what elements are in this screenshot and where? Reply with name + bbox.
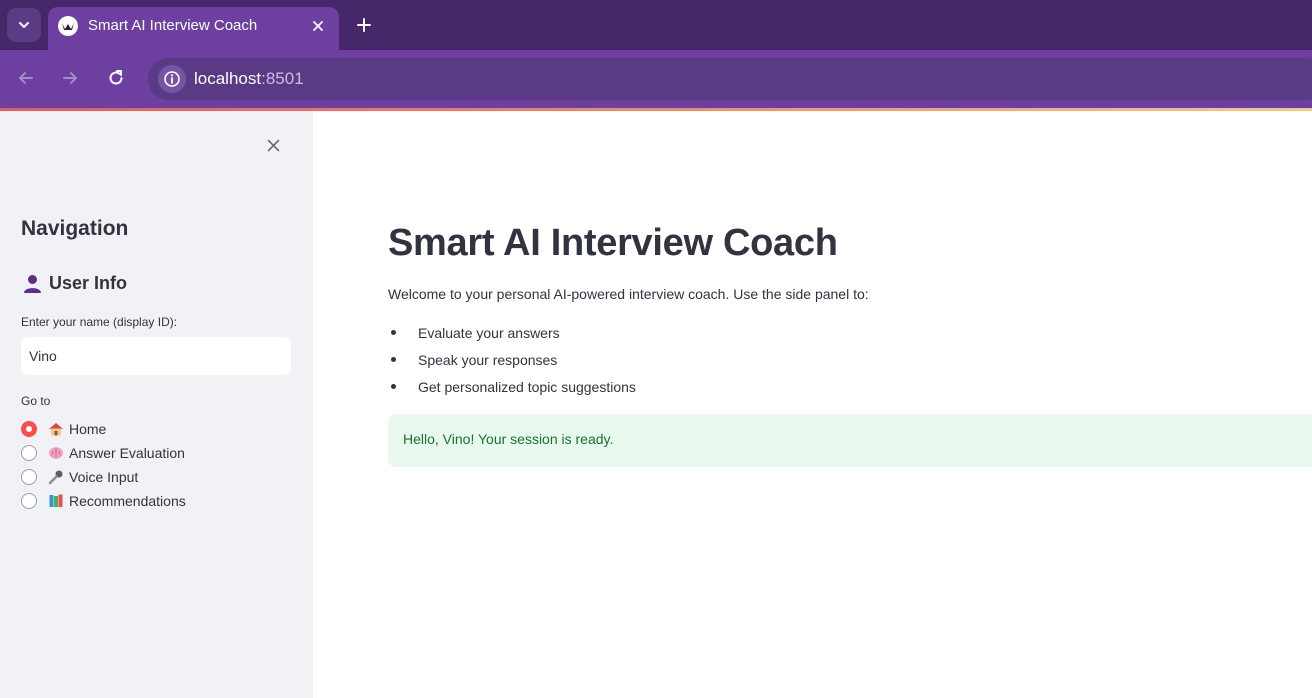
- browser-toolbar: localhost:8501: [0, 50, 1312, 108]
- browser-tab-active[interactable]: Smart AI Interview Coach: [48, 7, 339, 50]
- user-info-label: User Info: [49, 273, 128, 293]
- url-port: :8501: [261, 69, 304, 88]
- tab-title: Smart AI Interview Coach: [88, 17, 258, 34]
- forward-arrow-icon[interactable]: [57, 65, 83, 91]
- chevron-down-icon: [19, 22, 29, 28]
- intro-text: Welcome to your personal AI-powered inte…: [388, 286, 869, 302]
- success-message: Hello, Vino! Your session is ready.: [403, 431, 614, 447]
- bullet-icon: [391, 384, 396, 389]
- radio-option-voice-input[interactable]: Voice Input: [21, 465, 186, 489]
- goto-label: Go to: [21, 394, 51, 408]
- radio-label-recommendations: Recommendations: [69, 493, 186, 509]
- list-item-text: Speak your responses: [418, 351, 558, 368]
- list-item-text: Get personalized topic suggestions: [418, 378, 636, 395]
- browser-tab-bar: Smart AI Interview Coach: [0, 0, 1312, 50]
- url-host: localhost: [194, 69, 262, 88]
- url-text: localhost:8501: [194, 69, 304, 89]
- tab-search-button[interactable]: [7, 8, 41, 42]
- list-item: Speak your responses: [388, 346, 636, 373]
- list-item-text: Evaluate your answers: [418, 324, 560, 341]
- radio-button[interactable]: [21, 469, 37, 485]
- radio-option-answer-evaluation[interactable]: Answer Evaluation: [21, 441, 186, 465]
- navigation-heading: Navigation: [21, 217, 129, 240]
- brain-icon: [47, 445, 65, 461]
- radio-button-selected[interactable]: [21, 421, 37, 437]
- radio-option-recommendations[interactable]: Recommendations: [21, 489, 186, 513]
- reload-icon[interactable]: [103, 65, 129, 91]
- address-bar[interactable]: localhost:8501: [148, 58, 1312, 100]
- user-silhouette-icon: [24, 275, 41, 293]
- list-item: Get personalized topic suggestions: [388, 373, 636, 400]
- back-arrow-icon[interactable]: [13, 65, 39, 91]
- microphone-icon: [47, 469, 65, 485]
- sidebar: Navigation User Info Enter your name (di…: [0, 111, 313, 698]
- close-tab-icon[interactable]: [308, 16, 328, 36]
- house-icon: [47, 421, 65, 437]
- close-sidebar-icon[interactable]: [264, 136, 282, 154]
- feature-list: Evaluate your answers Speak your respons…: [388, 319, 636, 400]
- user-info-heading: User Info: [22, 273, 127, 294]
- site-info-icon[interactable]: [158, 65, 186, 93]
- success-alert: Hello, Vino! Your session is ready.: [388, 414, 1312, 467]
- name-input-label: Enter your name (display ID):: [21, 315, 178, 329]
- radio-label-voice-input: Voice Input: [69, 469, 139, 485]
- list-item: Evaluate your answers: [388, 319, 636, 346]
- radio-button[interactable]: [21, 493, 37, 509]
- page-radio-group: Home Answer Evaluation Voice Input Recom…: [21, 417, 186, 513]
- radio-button[interactable]: [21, 445, 37, 461]
- page-title: Smart AI Interview Coach: [388, 222, 838, 264]
- new-tab-plus-icon[interactable]: [352, 13, 376, 37]
- bullet-icon: [391, 330, 396, 335]
- streamlit-favicon-icon: [58, 16, 78, 36]
- radio-label-answer-evaluation: Answer Evaluation: [69, 445, 185, 461]
- radio-label-home: Home: [69, 421, 107, 437]
- radio-option-home[interactable]: Home: [21, 417, 186, 441]
- bullet-icon: [391, 357, 396, 362]
- name-input[interactable]: [21, 337, 291, 375]
- books-icon: [47, 493, 65, 509]
